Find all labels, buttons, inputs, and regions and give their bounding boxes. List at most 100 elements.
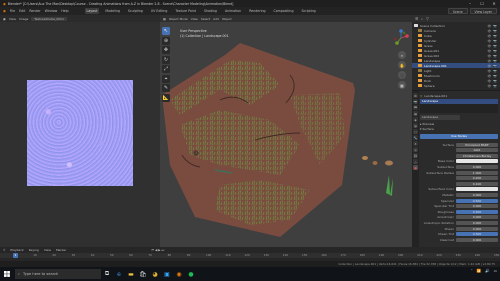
material-slot-item[interactable]: Landscape (420, 99, 498, 104)
property-value-field[interactable] (456, 187, 498, 192)
visibility-eye-icon[interactable]: 👁 (487, 69, 491, 73)
render-camera-icon[interactable]: 📷 (493, 54, 497, 58)
property-value-field[interactable]: 0.200 (456, 176, 498, 181)
image-name-field[interactable]: TexturedCube_Nrml (31, 16, 67, 21)
workspace-tab-uv-editing[interactable]: UV Editing (149, 8, 170, 14)
3d-viewport[interactable]: ▦ Object Mode View Select Add Object Use… (160, 15, 412, 247)
timeline-menu-playback[interactable]: Playback (10, 248, 23, 252)
render-tab-icon[interactable]: 📷 (413, 99, 418, 104)
workspace-tab-rendering[interactable]: Rendering (247, 8, 267, 14)
render-camera-icon[interactable]: 📷 (493, 24, 497, 28)
render-camera-icon[interactable]: 📷 (493, 79, 497, 83)
select-box-tool-icon[interactable]: ↖ (162, 27, 170, 35)
property-value-field[interactable]: 0.000 (456, 204, 498, 209)
spotify-icon[interactable]: ● (185, 267, 197, 281)
workspace-tab-texture-paint[interactable]: Texture Paint (173, 8, 198, 14)
view-layer-selector[interactable]: View Layer (469, 8, 497, 14)
property-value-field[interactable]: 0.500 (456, 209, 498, 214)
scene-tab-icon[interactable]: ◈ (413, 117, 418, 122)
menu-render[interactable]: Render (29, 9, 40, 13)
workspace-tab-modeling[interactable]: Modeling (103, 8, 122, 14)
visibility-eye-icon[interactable]: 👁 (487, 84, 491, 88)
timeline-playhead[interactable]: 1 (13, 253, 18, 258)
network-icon[interactable]: 📶 (477, 269, 481, 273)
surface-section-header[interactable]: ▾ Surface (420, 127, 434, 131)
property-value-field[interactable]: GGX (456, 148, 498, 153)
viewport-menu-object[interactable]: Object (222, 17, 232, 21)
visibility-eye-icon[interactable]: 👁 (487, 34, 491, 38)
property-value-field[interactable]: 1.000 (456, 170, 498, 175)
render-camera-icon[interactable]: 📷 (493, 29, 497, 33)
render-camera-icon[interactable]: 📷 (493, 84, 497, 88)
render-camera-icon[interactable]: 📷 (493, 69, 497, 73)
store-icon[interactable]: 🛍 (137, 267, 149, 281)
blender-menu-icon[interactable]: ◉ (3, 9, 6, 13)
workspace-tab-layout[interactable]: Layout (84, 8, 100, 14)
navigation-gizmo[interactable] (392, 29, 410, 47)
play-controls[interactable]: ⏮ ◀ ▶ ⏭ (151, 248, 164, 252)
blender-icon[interactable]: ◉ (173, 267, 185, 281)
render-camera-icon[interactable]: 📷 (493, 44, 497, 48)
windows-start-icon[interactable] (0, 267, 14, 281)
visibility-eye-icon[interactable]: 👁 (487, 54, 491, 58)
workspace-tab-compositing[interactable]: Compositing (272, 8, 296, 14)
render-camera-icon[interactable]: 📷 (493, 49, 497, 53)
tool-tab-icon[interactable]: ⚙ (413, 93, 418, 98)
material-slot-list[interactable]: Landscape (420, 99, 498, 113)
object-tab-icon[interactable]: ▢ (413, 129, 418, 134)
visibility-eye-icon[interactable]: 👁 (487, 49, 491, 53)
use-nodes-button[interactable]: Use Nodes (420, 134, 498, 139)
visibility-eye-icon[interactable]: 👁 (487, 39, 491, 43)
property-value-field[interactable]: Christensen-Burley (456, 153, 498, 158)
measure-tool-icon[interactable]: 📐 (162, 93, 170, 102)
output-tab-icon[interactable]: 🖶 (413, 105, 418, 110)
menu-edit[interactable]: Edit (19, 9, 25, 13)
chrome-icon[interactable]: ◕ (149, 267, 161, 281)
property-value-field[interactable]: 0.000 (456, 237, 498, 242)
menu-help[interactable]: Help (61, 9, 68, 13)
preview-section-header[interactable]: ▸ Preview (420, 122, 434, 126)
edge-icon[interactable]: e (113, 267, 125, 281)
property-value-field[interactable] (456, 159, 498, 164)
particles-tab-icon[interactable]: ✶ (413, 141, 418, 146)
grid-icon[interactable]: ▦ (398, 81, 406, 89)
timeline-menu-marker[interactable]: Marker (56, 248, 66, 252)
property-value-field[interactable]: 0.100 (456, 181, 498, 186)
outliner-search-icon[interactable]: ⌕ (421, 17, 423, 21)
property-value-field[interactable]: 0.500 (456, 232, 498, 237)
property-value-field[interactable]: 0.500 (456, 198, 498, 203)
annotate-tool-icon[interactable]: ✎ (162, 84, 170, 92)
maximize-button[interactable]: ☐ (476, 0, 488, 7)
outliner-type-icon[interactable]: ☰ (415, 17, 418, 21)
viewport-type-icon[interactable]: ▦ (163, 17, 166, 21)
cursor-tool-icon[interactable]: ⊕ (162, 36, 170, 45)
move-tool-icon[interactable]: ✥ (162, 46, 170, 54)
rotate-tool-icon[interactable]: ↻ (162, 55, 170, 64)
task-view-icon[interactable]: ⧉ (101, 267, 113, 281)
timeline-ruler[interactable]: 0102030405060708090100110120130140150160… (0, 253, 500, 258)
render-camera-icon[interactable]: 📷 (493, 64, 497, 68)
visibility-eye-icon[interactable]: 👁 (487, 74, 491, 78)
visibility-eye-icon[interactable]: 👁 (487, 44, 491, 48)
taskbar-search-box[interactable]: ⌕ Type here to search (15, 269, 101, 279)
property-value-field[interactable]: 0.000 (456, 192, 498, 197)
transform-tool-icon[interactable]: ⌖ (162, 74, 170, 83)
viewport-menu-view[interactable]: View (191, 17, 198, 21)
camera-view-icon[interactable]: 🎥 (398, 71, 406, 79)
close-button[interactable]: ✕ (488, 0, 500, 7)
filter-icon[interactable]: ▽ (426, 17, 429, 21)
render-camera-icon[interactable]: 📷 (493, 39, 497, 43)
property-value-field[interactable]: 0.000 (456, 226, 498, 231)
viewport-menu-select[interactable]: Select (201, 17, 210, 21)
physics-tab-icon[interactable]: ◎ (413, 147, 418, 152)
visibility-eye-icon[interactable]: 👁 (487, 29, 491, 33)
constraints-tab-icon[interactable]: ⛓ (413, 153, 418, 158)
material-tab-icon[interactable]: ● (413, 165, 418, 170)
visibility-eye-icon[interactable]: 👁 (487, 24, 491, 28)
object-mode-dropdown[interactable]: Object Mode (169, 17, 188, 21)
photoshop-icon[interactable]: ▣ (161, 267, 173, 281)
render-camera-icon[interactable]: 📷 (493, 59, 497, 63)
timeline-menu-view[interactable]: View (44, 248, 51, 252)
scale-tool-icon[interactable]: ⤢ (162, 65, 170, 73)
workspace-tab-animation[interactable]: Animation (223, 8, 243, 14)
